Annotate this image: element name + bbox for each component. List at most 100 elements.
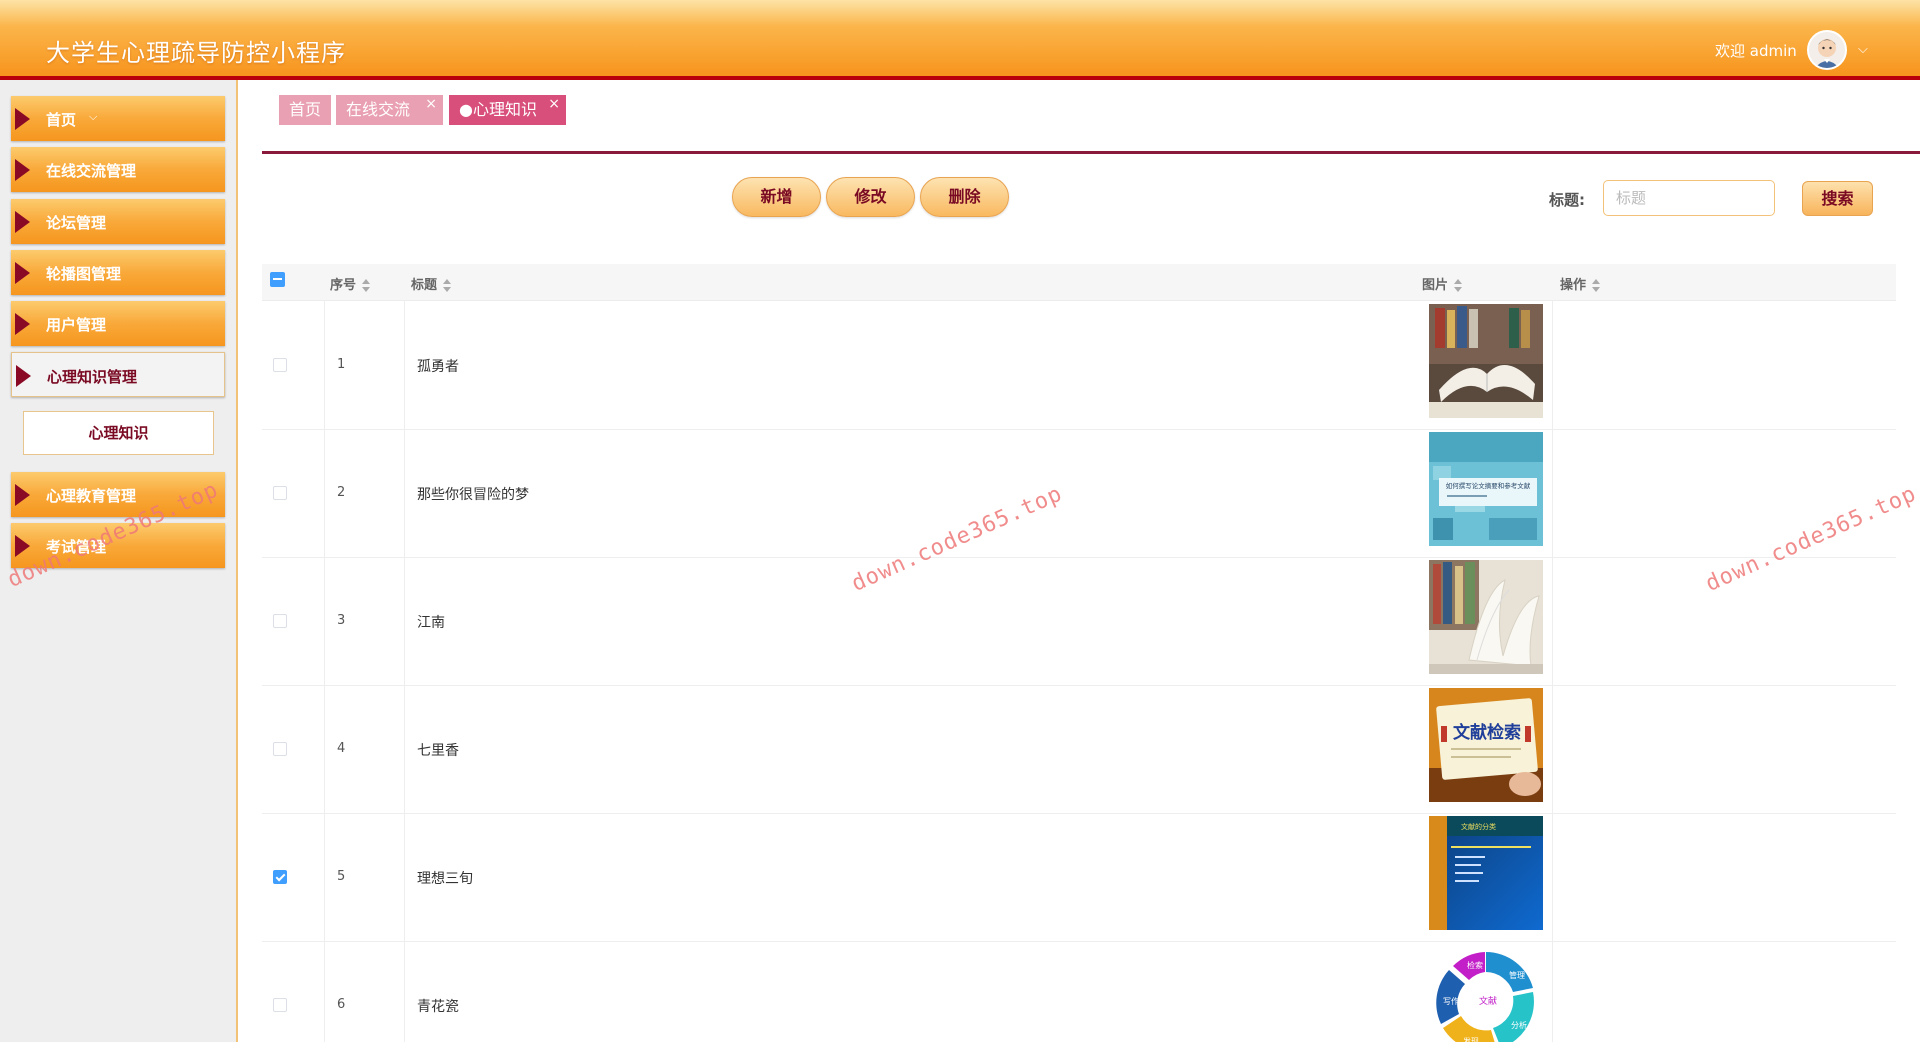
open-book-icon (1429, 560, 1543, 674)
cell-no: 2 (337, 485, 346, 500)
image-caption: 分析 (1511, 1020, 1527, 1030)
sidebar-item-carousel[interactable]: 轮播图管理 (11, 250, 225, 295)
image-caption: 发现 (1463, 1036, 1479, 1042)
cycle-diagram-icon: 检索 管理 分析 写作 发现 文献 (1429, 944, 1543, 1042)
row-image (1429, 304, 1543, 418)
open-book-icon (1429, 304, 1543, 418)
select-all-checkbox[interactable] (270, 272, 285, 287)
chevron-down-icon: ⌵ (89, 110, 98, 123)
column-header-action[interactable]: 操作 (1560, 274, 1601, 293)
column-header-no[interactable]: 序号 (330, 274, 371, 293)
table-row[interactable]: 6 青花瓷 检索 管理 分析 写作 发现 文献 (262, 941, 1896, 1042)
sort-icon[interactable] (443, 278, 452, 293)
cell-no: 5 (337, 869, 346, 884)
row-image: 如何撰写论文摘要和参考文献 (1429, 432, 1543, 546)
column-header-label: 图片 (1422, 278, 1449, 293)
search-button[interactable]: 搜索 (1802, 181, 1873, 216)
image-caption: 文献检索 (1453, 722, 1521, 743)
literature-search-card-icon: 文献检索 (1429, 688, 1543, 802)
avatar[interactable] (1807, 30, 1847, 70)
arrow-right-icon (15, 211, 30, 233)
sidebar-item-label: 首页 (46, 111, 77, 129)
row-checkbox[interactable] (273, 870, 287, 884)
sidebar-item-label: 轮播图管理 (46, 265, 122, 283)
sidebar-item-online-chat[interactable]: 在线交流管理 (11, 147, 225, 192)
sidebar-item-forum[interactable]: 论坛管理 (11, 199, 225, 244)
cell-no: 6 (337, 997, 346, 1012)
column-header-title[interactable]: 标题 (411, 274, 452, 293)
sort-icon[interactable] (362, 278, 371, 293)
arrow-right-icon (15, 313, 30, 335)
sidebar-item-label: 心理教育管理 (46, 487, 137, 505)
column-header-image[interactable]: 图片 (1422, 274, 1463, 293)
tab-label: ●心理知识 (459, 100, 537, 119)
column-header-label: 标题 (411, 278, 438, 293)
row-checkbox[interactable] (273, 614, 287, 628)
user-menu-chevron-icon[interactable]: ⌵ (1858, 42, 1868, 57)
app-title: 大学生心理疏导防控小程序 (46, 39, 346, 67)
row-image: 文献的分类 (1429, 816, 1543, 930)
row-image: 检索 管理 分析 写作 发现 文献 (1429, 944, 1543, 1042)
sidebar-item-psych-knowledge[interactable]: 心理知识管理 (11, 352, 225, 397)
image-caption: 如何撰写论文摘要和参考文献 (1446, 481, 1531, 490)
cell-no: 1 (337, 357, 346, 372)
sidebar-item-label: 心理知识管理 (47, 368, 138, 386)
row-checkbox[interactable] (273, 998, 287, 1012)
cell-title: 孤勇者 (417, 359, 459, 375)
arrow-right-icon (15, 535, 30, 557)
arrow-right-icon (15, 108, 30, 130)
sidebar-item-label: 论坛管理 (46, 214, 107, 232)
row-checkbox[interactable] (273, 358, 287, 372)
table-row[interactable]: 2 那些你很冒险的梦 如何撰写论文摘要和参考文献 (262, 429, 1896, 558)
row-image (1429, 560, 1543, 674)
close-icon[interactable]: × (425, 89, 437, 119)
search-label: 标题: (1549, 191, 1585, 209)
welcome-text: 欢迎 admin (1715, 42, 1797, 60)
table-row[interactable]: 1 孤勇者 (262, 301, 1896, 430)
tab-label: 首页 (289, 100, 322, 119)
arrow-right-icon (15, 159, 30, 181)
row-checkbox[interactable] (273, 486, 287, 500)
column-header-label: 操作 (1560, 278, 1587, 293)
table-row[interactable]: 3 江南 (262, 557, 1896, 686)
user-avatar-icon (1815, 39, 1839, 68)
document-cover-icon: 如何撰写论文摘要和参考文献 (1429, 432, 1543, 546)
sort-icon[interactable] (1454, 278, 1463, 293)
image-caption: 文献的分类 (1461, 822, 1496, 831)
sidebar-item-label: 在线交流管理 (46, 162, 137, 180)
cell-no: 4 (337, 741, 346, 756)
close-icon[interactable]: × (548, 89, 560, 119)
sidebar-item-home[interactable]: 首页 ⌵ (11, 96, 225, 141)
cell-title: 江南 (417, 615, 445, 631)
blue-slide-icon: 文献的分类 (1429, 816, 1543, 930)
cell-title: 七里香 (417, 743, 459, 759)
cell-no: 3 (337, 613, 346, 628)
table-row[interactable]: 4 七里香 文献检索 (262, 685, 1896, 814)
cell-title: 理想三旬 (417, 871, 473, 887)
tab-home[interactable]: 首页 (279, 95, 331, 125)
column-header-label: 序号 (330, 278, 357, 293)
sidebar-item-label: 用户管理 (46, 316, 107, 334)
submenu-item-psych-knowledge[interactable]: 心理知识 (23, 411, 214, 455)
tabs-divider (262, 151, 1920, 154)
cell-title: 那些你很冒险的梦 (417, 487, 529, 503)
delete-button[interactable]: 删除 (920, 177, 1009, 217)
sidebar-item-users[interactable]: 用户管理 (11, 301, 225, 346)
data-table: 序号 标题 图片 操作 1 孤勇者 2 那些你很冒险的梦 如何撰写论文摘要和参考… (262, 264, 1896, 1042)
tab-label: 在线交流 (346, 100, 411, 119)
add-button[interactable]: 新增 (732, 177, 821, 217)
top-header: 大学生心理疏导防控小程序 欢迎 admin ⌵ (0, 0, 1920, 80)
row-image: 文献检索 (1429, 688, 1543, 802)
arrow-right-icon (15, 484, 30, 506)
cell-title: 青花瓷 (417, 999, 459, 1015)
title-search-input[interactable] (1603, 180, 1775, 216)
image-caption: 文献 (1479, 995, 1497, 1007)
sort-icon[interactable] (1592, 278, 1601, 293)
table-header: 序号 标题 图片 操作 (262, 264, 1896, 301)
tab-online-chat[interactable]: 在线交流 × (336, 95, 443, 125)
table-row[interactable]: 5 理想三旬 文献的分类 (262, 813, 1896, 942)
tab-psych-knowledge[interactable]: ●心理知识 × (449, 95, 566, 125)
row-checkbox[interactable] (273, 742, 287, 756)
arrow-right-icon (15, 262, 30, 284)
edit-button[interactable]: 修改 (826, 177, 915, 217)
